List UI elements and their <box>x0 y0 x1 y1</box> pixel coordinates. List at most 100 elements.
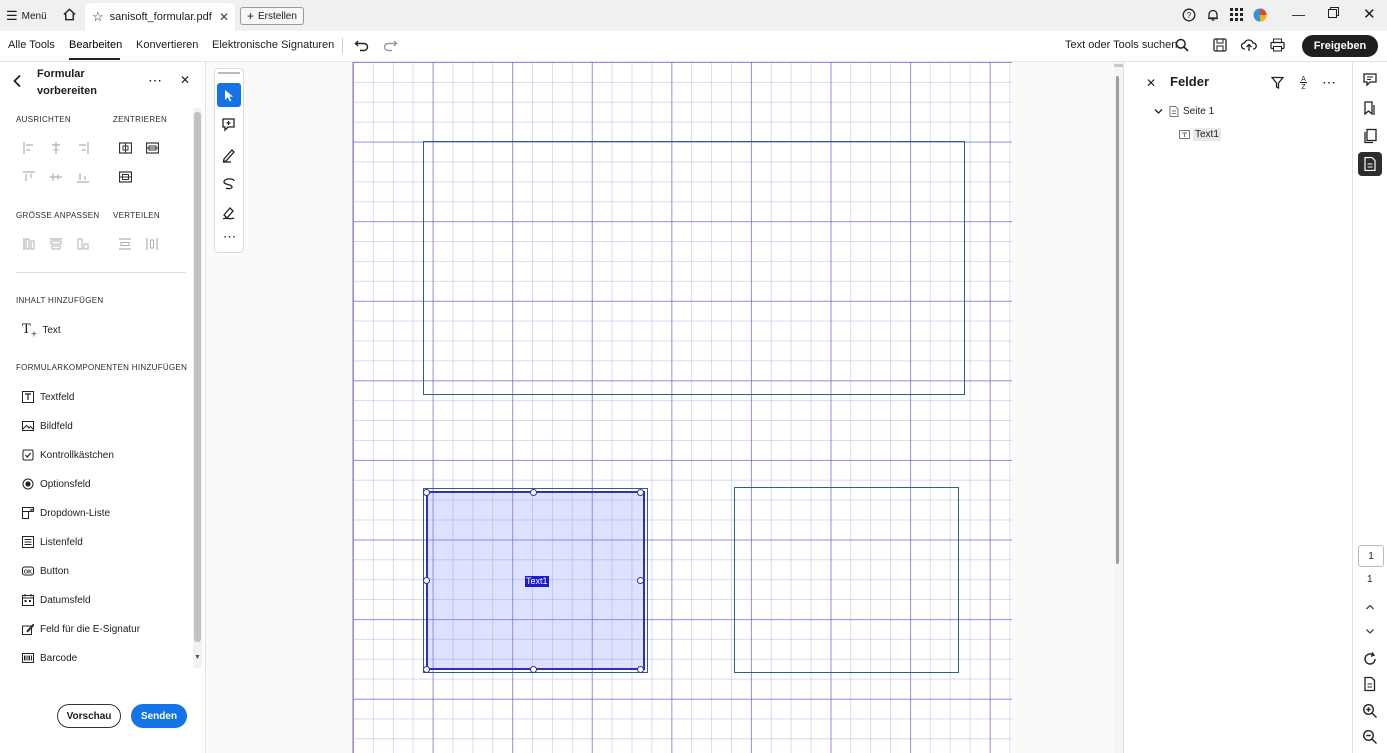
star-icon[interactable]: ☆ <box>92 9 104 25</box>
resize-handle-bottom-right[interactable] <box>637 666 644 673</box>
component-checkbox[interactable]: Kontrollkästchen <box>22 447 114 463</box>
component-listbox[interactable]: Listenfeld <box>22 534 83 550</box>
send-button[interactable]: Senden <box>131 704 187 728</box>
resize-handle-left[interactable] <box>423 577 430 584</box>
component-radio[interactable]: Optionsfeld <box>22 476 91 492</box>
zoom-out-icon[interactable] <box>1362 729 1378 745</box>
fields-panel-toggle[interactable] <box>1358 152 1382 176</box>
panel-scrollbar-thumb[interactable] <box>194 112 201 642</box>
tree-field-node[interactable]: Text1 <box>1179 128 1221 141</box>
scroll-down-arrow-icon[interactable]: ▼ <box>194 654 201 661</box>
save-button[interactable] <box>1213 38 1227 52</box>
sort-button[interactable]: AZ <box>1298 74 1309 90</box>
text1-field[interactable]: Text1 <box>423 488 648 673</box>
resize-handle-top[interactable] <box>530 489 537 496</box>
draw-tool-button[interactable] <box>221 176 237 195</box>
component-e-signature[interactable]: Feld für die E-Signatur <box>22 621 140 637</box>
menu-button[interactable]: ☰ Menü <box>6 8 47 24</box>
redo-button[interactable] <box>383 38 398 52</box>
menu-convert[interactable]: Konvertieren <box>136 39 198 51</box>
form-field-large[interactable] <box>423 141 965 395</box>
close-window-button[interactable]: ✕ <box>1363 5 1376 23</box>
toolbar-grip[interactable] <box>218 72 240 74</box>
undo-button[interactable] <box>354 38 369 52</box>
more-tools-button[interactable]: ⋯ <box>223 229 236 245</box>
comments-icon[interactable] <box>1362 72 1378 88</box>
highlight-tool-button[interactable] <box>221 147 237 166</box>
comment-tool-button[interactable] <box>221 117 237 136</box>
panel-close-button[interactable]: ✕ <box>180 73 190 87</box>
tree-page-node[interactable]: Seite 1 <box>1154 106 1214 117</box>
text1-selection[interactable]: Text1 <box>426 491 645 670</box>
align-right-icon[interactable] <box>77 142 89 154</box>
component-dropdown[interactable]: Dropdown-Liste <box>22 505 110 521</box>
align-left-icon[interactable] <box>23 142 35 154</box>
fields-close-button[interactable]: ✕ <box>1146 76 1156 90</box>
notifications-button[interactable] <box>1206 8 1220 22</box>
calendar-icon <box>22 594 34 606</box>
document-tab[interactable]: ☆ sanisoft_formular.pdf ✕ <box>85 3 235 31</box>
match-height-icon[interactable] <box>50 238 62 250</box>
align-top-icon[interactable] <box>23 171 35 183</box>
print-button[interactable] <box>1270 38 1285 52</box>
component-image-field[interactable]: Bildfeld <box>22 418 73 434</box>
distribute-horizontal-icon[interactable] <box>146 238 158 250</box>
apps-button[interactable] <box>1230 8 1243 21</box>
align-center-horizontal-icon[interactable] <box>50 142 62 154</box>
component-date-field[interactable]: Datumsfeld <box>22 592 91 608</box>
create-button[interactable]: + Erstellen <box>240 7 304 25</box>
match-both-icon[interactable] <box>77 238 89 250</box>
search-tools-label[interactable]: Text oder Tools suchen <box>1065 39 1177 51</box>
center-both-icon[interactable] <box>119 171 132 183</box>
share-button[interactable]: Freigeben <box>1302 35 1378 57</box>
chevron-down-icon[interactable] <box>1154 107 1163 116</box>
align-bottom-icon[interactable] <box>77 171 89 183</box>
refresh-icon[interactable] <box>1362 651 1378 667</box>
search-button[interactable] <box>1175 38 1189 52</box>
resize-handle-right[interactable] <box>637 577 644 584</box>
component-barcode[interactable]: Barcode <box>22 650 77 666</box>
pages-icon[interactable] <box>1362 128 1378 144</box>
resize-handle-bottom[interactable] <box>530 666 537 673</box>
resize-handle-top-left[interactable] <box>423 489 430 496</box>
upload-button[interactable] <box>1241 38 1257 52</box>
canvas-scrollbar[interactable] <box>1114 62 1123 753</box>
resize-handle-bottom-left[interactable] <box>423 666 430 673</box>
page-number-input[interactable]: 1 <box>1358 545 1384 567</box>
maximize-button[interactable] <box>1328 7 1339 18</box>
menu-edit[interactable]: Bearbeiten <box>69 39 122 51</box>
minimize-button[interactable]: — <box>1292 7 1305 22</box>
pdf-page[interactable]: Text1 <box>352 62 1012 753</box>
chevron-down-icon[interactable] <box>1362 623 1378 639</box>
menu-all-tools[interactable]: Alle Tools <box>8 39 55 51</box>
distribute-vertical-icon[interactable] <box>119 238 131 250</box>
center-vertical-icon[interactable] <box>146 142 159 154</box>
fields-more-button[interactable]: ⋯ <box>1322 74 1336 91</box>
sign-tool-button[interactable] <box>221 205 237 224</box>
back-button[interactable] <box>12 74 22 88</box>
component-button[interactable]: OK Button <box>22 563 69 579</box>
profile-button[interactable] <box>1253 8 1267 22</box>
page-settings-icon[interactable] <box>1362 676 1378 692</box>
menu-e-signatures[interactable]: Elektronische Signaturen <box>212 39 334 51</box>
panel-scrollbar[interactable]: ▼ <box>193 108 202 668</box>
align-center-vertical-icon[interactable] <box>50 171 62 183</box>
chevron-up-icon[interactable] <box>1362 599 1378 615</box>
component-text-field[interactable]: Textfeld <box>22 389 74 405</box>
match-width-icon[interactable] <box>23 238 35 250</box>
select-tool-button[interactable] <box>217 83 241 107</box>
preview-button[interactable]: Vorschau <box>57 704 121 728</box>
document-canvas[interactable]: ⋯ Text1 <box>206 62 1129 753</box>
filter-button[interactable] <box>1271 76 1284 89</box>
home-button[interactable] <box>62 7 77 22</box>
bookmark-icon[interactable] <box>1362 100 1378 116</box>
canvas-scrollbar-thumb[interactable] <box>1116 76 1119 564</box>
add-text-tool[interactable]: T+ Text <box>22 322 61 339</box>
close-tab-icon[interactable]: ✕ <box>219 10 229 24</box>
form-field-right[interactable] <box>734 487 959 673</box>
panel-more-button[interactable]: ⋯ <box>148 72 162 89</box>
help-button[interactable]: ? <box>1182 8 1196 22</box>
center-horizontal-icon[interactable] <box>119 142 132 154</box>
zoom-in-icon[interactable] <box>1362 703 1378 719</box>
resize-handle-top-right[interactable] <box>637 489 644 496</box>
